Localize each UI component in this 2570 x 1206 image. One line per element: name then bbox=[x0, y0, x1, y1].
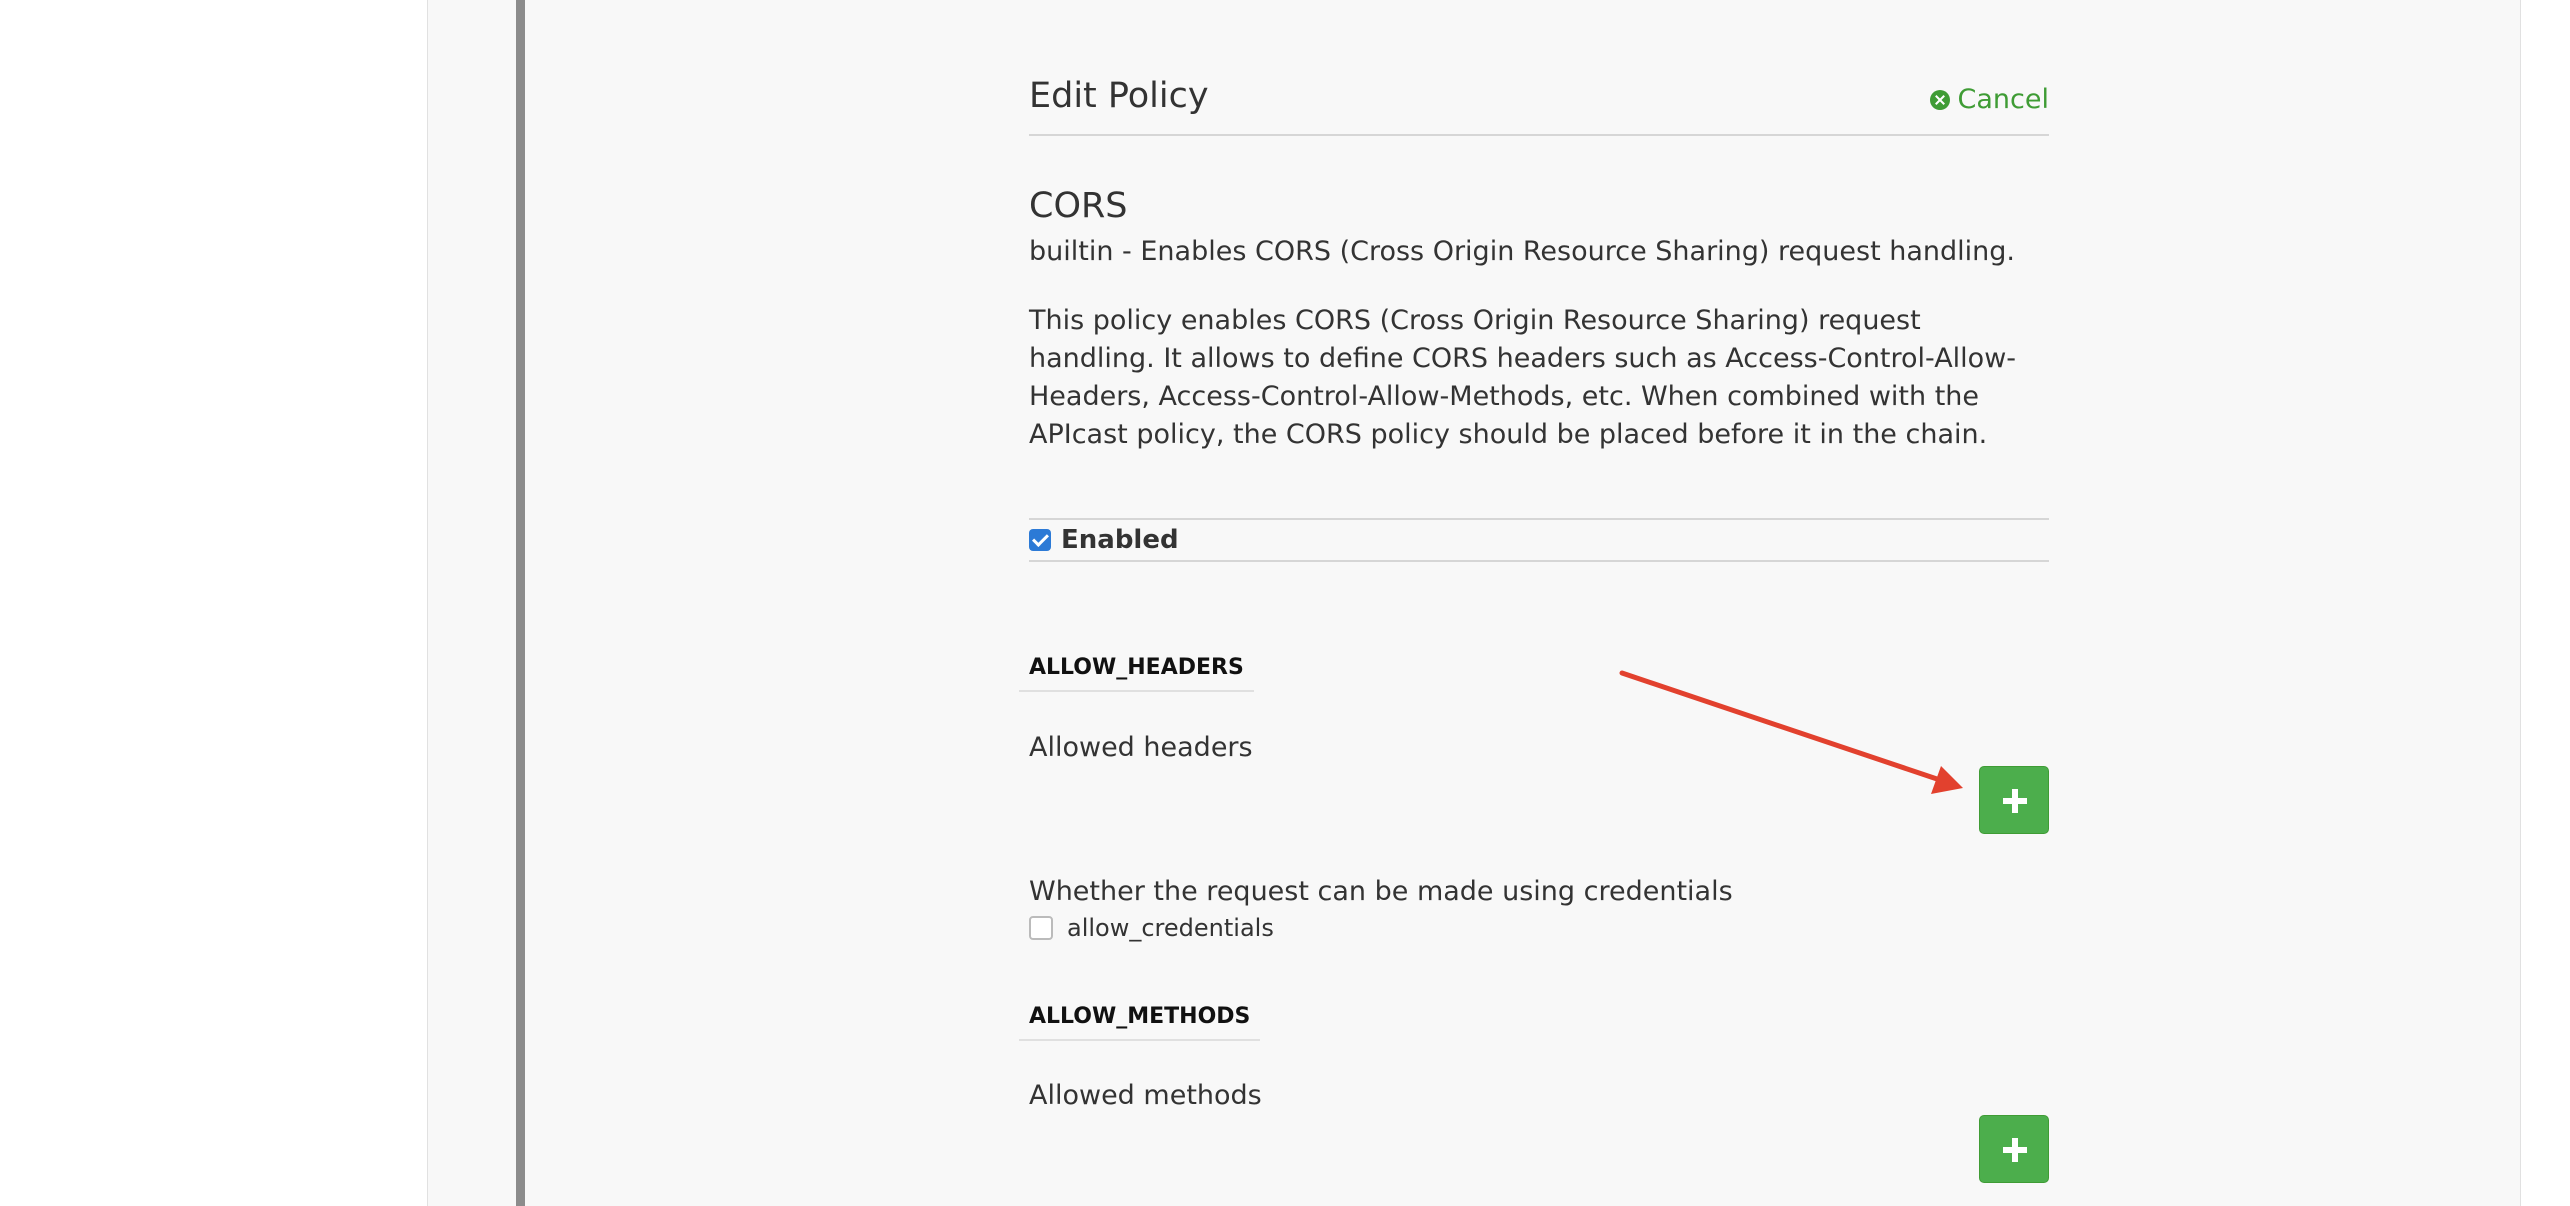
add-allow-header-button[interactable] bbox=[1979, 766, 2049, 834]
form-header: Edit Policy Cancel bbox=[1029, 68, 2049, 136]
enabled-checkbox[interactable] bbox=[1029, 529, 1051, 551]
edit-policy-form: Edit Policy Cancel CORS builtin - Enable… bbox=[1019, 0, 2049, 1206]
page-title: Edit Policy bbox=[1029, 76, 1209, 116]
policy-summary: builtin - Enables CORS (Cross Origin Res… bbox=[1029, 236, 2016, 267]
cancel-link[interactable]: Cancel bbox=[1929, 84, 2049, 115]
plus-icon-vertical bbox=[2012, 789, 2018, 813]
enabled-row: Enabled bbox=[1029, 518, 2049, 562]
page: Edit Policy Cancel CORS builtin - Enable… bbox=[0, 0, 2570, 1206]
allow-credentials-checkbox[interactable] bbox=[1029, 916, 1053, 940]
allow-credentials-title: Whether the request can be made using cr… bbox=[1029, 876, 1733, 907]
plus-icon-vertical bbox=[2012, 1138, 2018, 1162]
cancel-circle-icon bbox=[1929, 89, 1950, 110]
allow-methods-heading: ALLOW_METHODS bbox=[1019, 1004, 1261, 1041]
enabled-label: Enabled bbox=[1061, 525, 1179, 555]
enabled-toggle[interactable]: Enabled bbox=[1029, 525, 1179, 555]
add-allow-method-button[interactable] bbox=[1979, 1115, 2049, 1183]
allow-methods-description: Allowed methods bbox=[1029, 1080, 1262, 1111]
allow-headers-heading: ALLOW_HEADERS bbox=[1019, 655, 1254, 692]
cancel-label: Cancel bbox=[1957, 84, 2049, 115]
allow-credentials-label: allow_credentials bbox=[1067, 914, 1274, 942]
allow-credentials-toggle[interactable]: allow_credentials bbox=[1029, 914, 1274, 942]
allow-headers-description: Allowed headers bbox=[1029, 732, 1253, 763]
policy-name: CORS bbox=[1029, 186, 1128, 226]
policy-chain-accent-bar bbox=[516, 0, 525, 1206]
policy-description: This policy enables CORS (Cross Origin R… bbox=[1029, 305, 2017, 450]
